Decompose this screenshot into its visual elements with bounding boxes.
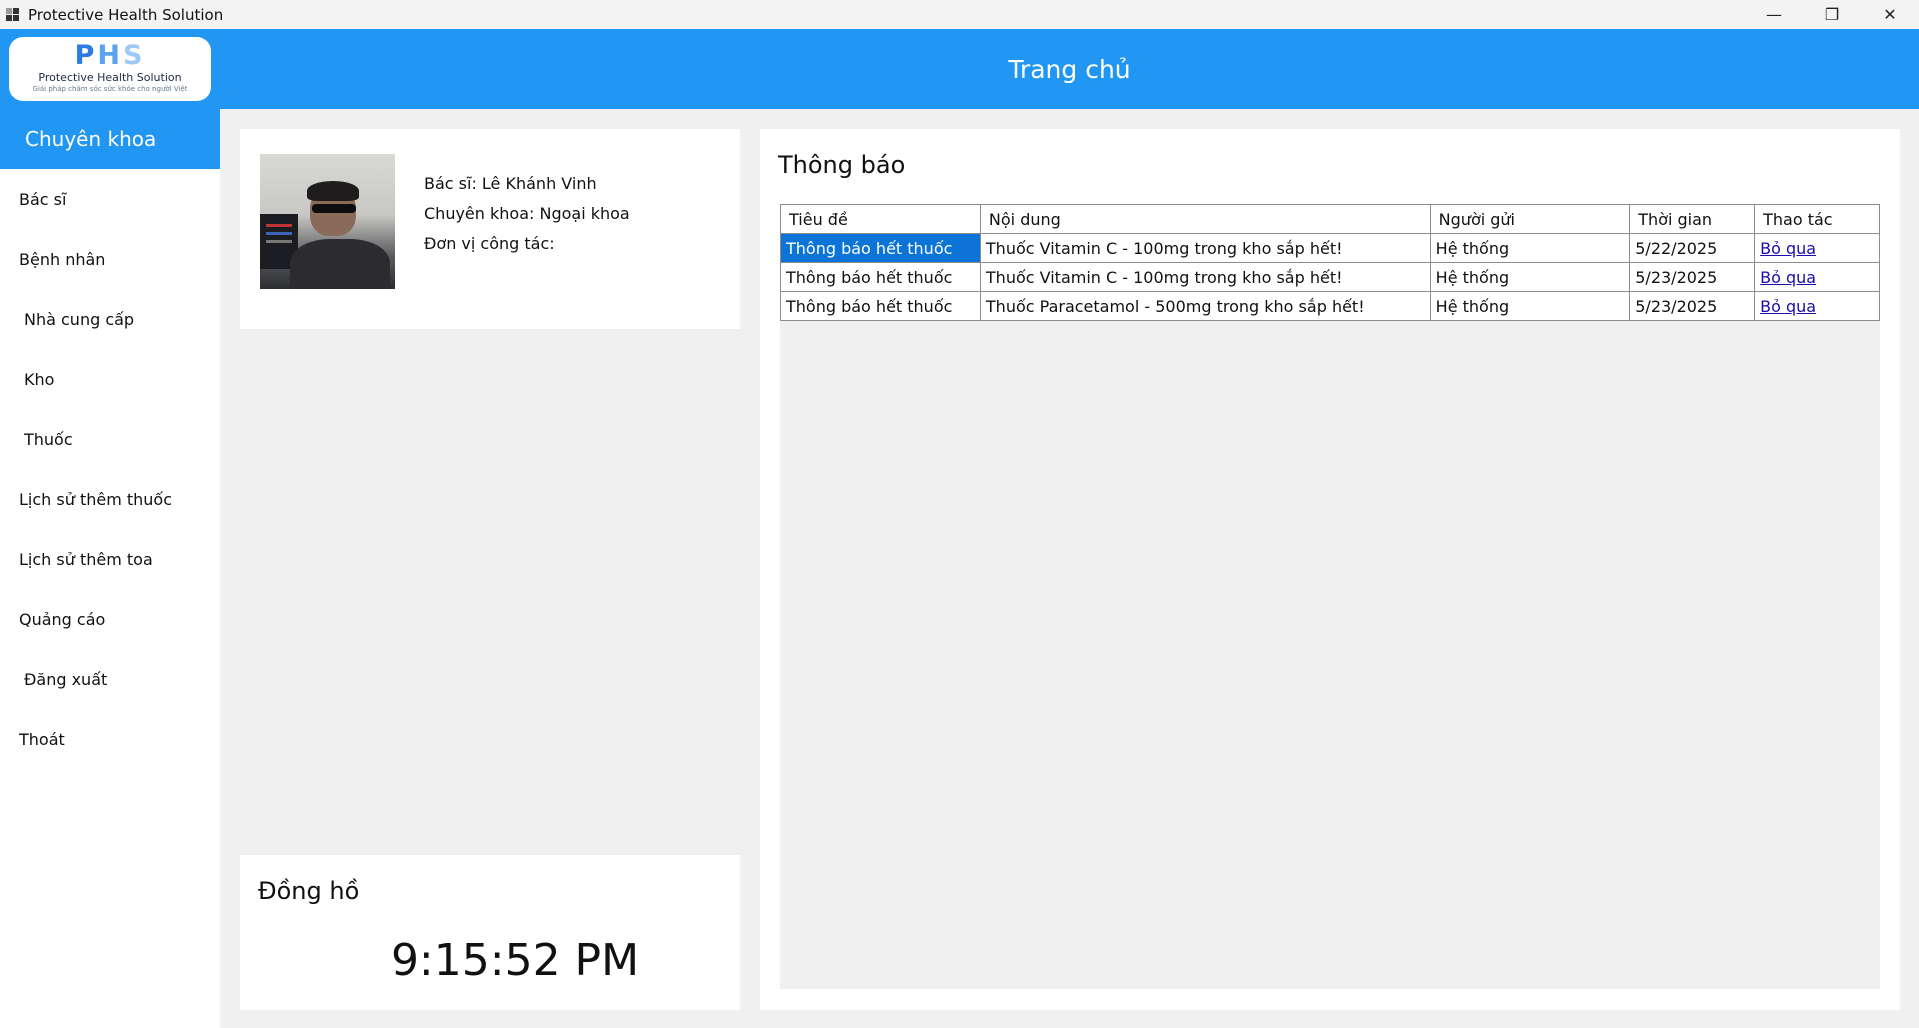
sidebar-item-benh-nhan[interactable]: Bệnh nhân (0, 239, 220, 279)
logo: PHS Protective Health Solution Giải pháp… (9, 37, 211, 101)
logo-letters: PHS (74, 40, 146, 71)
page-header: Trang chủ (220, 29, 1919, 109)
avatar (260, 154, 395, 289)
page-title: Trang chủ (1008, 54, 1131, 84)
column-header-content[interactable]: Nội dung (979, 204, 1431, 234)
sidebar-item-chuyen-khoa[interactable]: Chuyên khoa (0, 109, 220, 169)
column-header-sender[interactable]: Người gửi (1429, 204, 1631, 234)
table-row[interactable]: Thông báo hết thuốc Thuốc Vitamin C - 10… (780, 233, 1880, 263)
table-row[interactable]: Thông báo hết thuốc Thuốc Vitamin C - 10… (780, 262, 1880, 292)
notifications-title: Thông báo (778, 151, 906, 179)
doctor-specialty: Chuyên khoa: Ngoại khoa (424, 204, 630, 223)
window-controls: — ❐ ✕ (1745, 0, 1919, 29)
column-header-time[interactable]: Thời gian (1629, 204, 1756, 234)
cell-time[interactable]: 5/23/2025 (1629, 291, 1756, 321)
logo-name: Protective Health Solution (38, 71, 182, 84)
dismiss-link[interactable]: Bỏ qua (1760, 268, 1816, 287)
table-header-row: Tiêu đề Nội dung Người gửi Thời gian Tha… (780, 204, 1880, 234)
cell-action: Bỏ qua (1754, 233, 1880, 263)
sidebar-item-thoat[interactable]: Thoát (0, 719, 220, 759)
column-header-title[interactable]: Tiêu đề (780, 204, 981, 234)
cell-action: Bỏ qua (1754, 291, 1880, 321)
window-titlebar: Protective Health Solution — ❐ ✕ (0, 0, 1919, 29)
sidebar: PHS Protective Health Solution Giải pháp… (0, 29, 220, 1028)
notifications-card: Thông báo Tiêu đề Nội dung Người gửi Thờ… (760, 129, 1900, 1010)
column-header-action[interactable]: Thao tác (1754, 204, 1880, 234)
minimize-icon[interactable]: — (1745, 0, 1803, 29)
close-icon[interactable]: ✕ (1861, 0, 1919, 29)
cell-time[interactable]: 5/23/2025 (1629, 262, 1756, 292)
logo-tagline: Giải pháp chăm sóc sức khỏe cho người Vi… (32, 85, 188, 93)
sidebar-item-quang-cao[interactable]: Quảng cáo (0, 599, 220, 639)
clock-title: Đồng hồ (258, 877, 360, 905)
cell-sender[interactable]: Hệ thống (1429, 262, 1631, 292)
dismiss-link[interactable]: Bỏ qua (1760, 239, 1816, 258)
sidebar-item-lich-su-them-toa[interactable]: Lịch sử thêm toa (0, 539, 220, 579)
sidebar-item-thuoc[interactable]: Thuốc (0, 419, 220, 459)
sidebar-item-nha-cung-cap[interactable]: Nhà cung cấp (0, 299, 220, 339)
notifications-grid[interactable]: Tiêu đề Nội dung Người gửi Thời gian Tha… (780, 204, 1880, 989)
doctor-name: Bác sĩ: Lê Khánh Vinh (424, 174, 597, 193)
sidebar-item-kho[interactable]: Kho (0, 359, 220, 399)
doctor-unit: Đơn vị công tác: (424, 234, 555, 253)
doctor-profile-card: Bác sĩ: Lê Khánh Vinh Chuyên khoa: Ngoại… (240, 129, 740, 329)
app-icon (6, 7, 20, 22)
logo-area: PHS Protective Health Solution Giải pháp… (0, 29, 220, 109)
notifications-table: Tiêu đề Nội dung Người gửi Thời gian Tha… (780, 204, 1880, 321)
cell-title[interactable]: Thông báo hết thuốc (780, 291, 981, 321)
cell-content[interactable]: Thuốc Vitamin C - 100mg trong kho sắp hế… (979, 233, 1431, 263)
table-row[interactable]: Thông báo hết thuốc Thuốc Paracetamol - … (780, 291, 1880, 321)
dismiss-link[interactable]: Bỏ qua (1760, 297, 1816, 316)
restore-icon[interactable]: ❐ (1803, 0, 1861, 29)
clock-card: Đồng hồ 9:15:52 PM (240, 855, 740, 1010)
sidebar-item-bac-si[interactable]: Bác sĩ (0, 179, 220, 219)
cell-title[interactable]: Thông báo hết thuốc (780, 262, 981, 292)
cell-title[interactable]: Thông báo hết thuốc (780, 233, 981, 263)
cell-time[interactable]: 5/22/2025 (1629, 233, 1756, 263)
cell-sender[interactable]: Hệ thống (1429, 291, 1631, 321)
cell-content[interactable]: Thuốc Vitamin C - 100mg trong kho sắp hế… (979, 262, 1431, 292)
cell-action: Bỏ qua (1754, 262, 1880, 292)
cell-content[interactable]: Thuốc Paracetamol - 500mg trong kho sắp … (979, 291, 1431, 321)
doctor-info: Bác sĩ: Lê Khánh Vinh Chuyên khoa: Ngoại… (424, 169, 630, 259)
sidebar-item-lich-su-them-thuoc[interactable]: Lịch sử thêm thuốc (0, 479, 220, 519)
window-title: Protective Health Solution (28, 5, 224, 24)
clock-time: 9:15:52 PM (390, 935, 640, 986)
cell-sender[interactable]: Hệ thống (1429, 233, 1631, 263)
sidebar-item-dang-xuat[interactable]: Đăng xuất (0, 659, 220, 699)
